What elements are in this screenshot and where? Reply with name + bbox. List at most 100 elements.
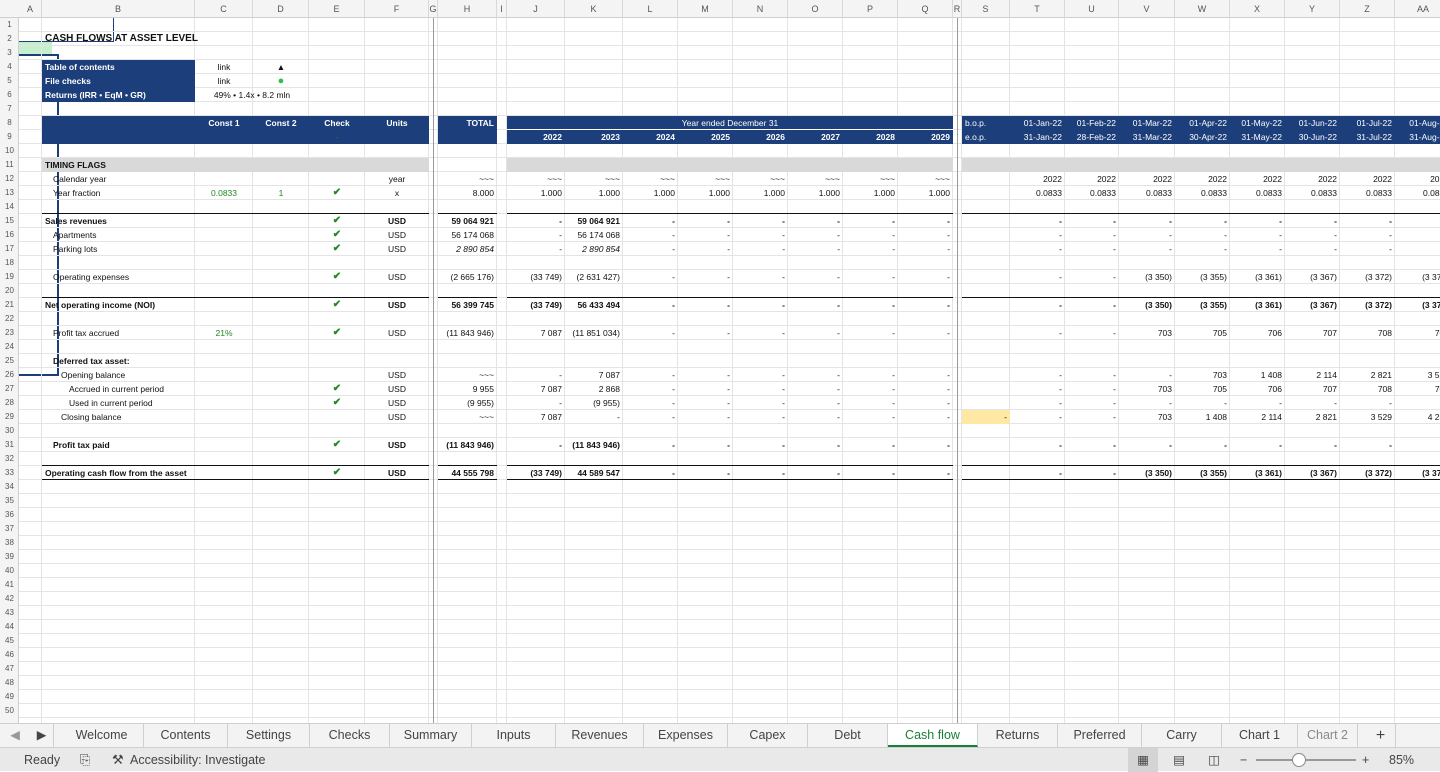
column-header-p[interactable]: P (843, 0, 898, 18)
month-value[interactable]: - (1065, 410, 1119, 424)
month-value[interactable]: - (1010, 326, 1065, 340)
up-arrow-icon[interactable]: ▲ (253, 60, 309, 74)
year-value[interactable]: - (843, 298, 898, 312)
const2-value[interactable] (253, 270, 309, 284)
row-header[interactable]: 7 (0, 102, 19, 116)
row-header[interactable]: 42 (0, 592, 19, 606)
row-header[interactable]: 38 (0, 536, 19, 550)
total-value[interactable]: 56 399 745 (438, 298, 497, 312)
month-value[interactable]: - (1010, 228, 1065, 242)
month-value[interactable]: - (1010, 298, 1065, 312)
month-value[interactable]: - (1065, 298, 1119, 312)
row-header[interactable]: 15 (0, 214, 19, 228)
row-header[interactable]: 17 (0, 242, 19, 256)
year-value[interactable]: - (843, 410, 898, 424)
tab-welcome[interactable]: Welcome (60, 724, 144, 747)
month-value[interactable]: - (1010, 410, 1065, 424)
header-check[interactable]: Check (309, 116, 365, 130)
row-header[interactable]: 2 (0, 32, 19, 46)
zoom-slider[interactable] (1256, 748, 1356, 772)
year-value[interactable]: 1.000 (507, 186, 565, 200)
row-label[interactable]: Year fraction (42, 186, 192, 200)
row-label[interactable]: Deferred tax asset: (42, 354, 192, 368)
status-dot-icon[interactable]: ● (253, 74, 309, 88)
tab-cash-flow[interactable]: Cash flow (888, 724, 978, 747)
month-value[interactable] (1340, 354, 1395, 368)
month-value[interactable]: 2022 (1119, 172, 1175, 186)
row-label[interactable]: Sales revenues (42, 214, 192, 228)
column-header-s[interactable]: S (962, 0, 1010, 18)
month-value[interactable]: - (1010, 466, 1065, 480)
add-sheet-button[interactable]: + (1366, 724, 1396, 747)
month-value[interactable]: (3 372) (1340, 270, 1395, 284)
const1-value[interactable] (195, 228, 253, 242)
year-value[interactable]: ~~~ (565, 172, 623, 186)
month-value[interactable]: - (1065, 396, 1119, 410)
column-headers[interactable]: A B C D E F G H I J K L M N O P Q R S T U V W X Y Z AA (0, 0, 1440, 18)
const1-value[interactable]: 0.0833 (195, 186, 253, 200)
year-value[interactable] (565, 354, 623, 368)
year-value[interactable]: - (898, 438, 953, 452)
column-header-b[interactable]: B (42, 0, 195, 18)
row-headers[interactable]: 1 2 3 4 5 6 7 8 9 10 11 12 13 14 15 16 17 18 19 20 21 22 23 24 2… (0, 18, 19, 723)
month-value[interactable]: - (1119, 368, 1175, 382)
zoom-out-button[interactable]: − (1240, 748, 1247, 772)
year-value[interactable]: - (678, 298, 733, 312)
year-value[interactable]: - (788, 466, 843, 480)
check-mark-icon[interactable]: ✔ (309, 242, 365, 256)
units-value[interactable]: USD (365, 396, 429, 410)
accessibility-icon[interactable]: ⚒ (112, 748, 124, 772)
check-cell[interactable] (309, 172, 365, 186)
year-value[interactable]: - (788, 368, 843, 382)
row-header[interactable]: 50 (0, 704, 19, 718)
month-value[interactable]: 0.0833 (1340, 186, 1395, 200)
month-value[interactable]: 0.0833 (1230, 186, 1285, 200)
column-header-w[interactable]: W (1175, 0, 1230, 18)
year-value[interactable] (678, 354, 733, 368)
toc-link[interactable]: link (195, 74, 253, 88)
month-value[interactable]: 2 821 (1285, 410, 1340, 424)
check-cell[interactable] (309, 410, 365, 424)
month-value[interactable]: 707 (1285, 326, 1340, 340)
spreadsheet-grid[interactable]: A B C D E F G H I J K L M N O P Q R S T U V W X Y Z AA 1 2 3 4 5 6 7 8 9 10… (0, 0, 1440, 723)
row-label[interactable]: Opening balance (42, 368, 192, 382)
year-value[interactable]: - (565, 410, 623, 424)
row-header[interactable]: 31 (0, 438, 19, 452)
year-value[interactable]: - (623, 396, 678, 410)
units-value[interactable]: USD (365, 368, 429, 382)
header-bop[interactable]: b.o.p. (962, 116, 1010, 130)
month-value[interactable]: - (1119, 396, 1175, 410)
year-value[interactable]: (11 851 034) (565, 326, 623, 340)
const1-value[interactable] (195, 298, 253, 312)
header-eop[interactable]: e.o.p. (962, 130, 1010, 144)
header-year[interactable]: 2028 (843, 130, 898, 144)
header-year[interactable]: 2029 (898, 130, 953, 144)
column-header-q[interactable]: Q (898, 0, 953, 18)
month-value[interactable]: (3 378) (1395, 298, 1440, 312)
const1-value[interactable] (195, 242, 253, 256)
tab-capex[interactable]: Capex (728, 724, 808, 747)
tab-preferred[interactable]: Preferred (1058, 724, 1142, 747)
year-value[interactable]: ~~~ (843, 172, 898, 186)
year-value[interactable]: - (678, 214, 733, 228)
total-value[interactable]: ~~~ (438, 410, 497, 424)
total-value[interactable]: ~~~ (438, 368, 497, 382)
month-value[interactable]: 703 (1119, 410, 1175, 424)
row-header[interactable]: 21 (0, 298, 19, 312)
row-header[interactable]: 10 (0, 144, 19, 158)
year-value[interactable]: - (678, 270, 733, 284)
toc-label[interactable]: File checks (42, 74, 195, 88)
year-value[interactable]: - (507, 368, 565, 382)
units-value[interactable]: USD (365, 298, 429, 312)
year-value[interactable]: - (843, 466, 898, 480)
header-month-start[interactable]: 01-Aug-22 (1395, 116, 1440, 130)
month-value[interactable]: - (1285, 438, 1340, 452)
month-value[interactable]: - (1395, 214, 1440, 228)
const1-value[interactable] (195, 382, 253, 396)
year-value[interactable]: 1.000 (843, 186, 898, 200)
row-header[interactable]: 28 (0, 396, 19, 410)
month-value[interactable]: 2022 (1010, 172, 1065, 186)
year-value[interactable]: - (843, 368, 898, 382)
year-value[interactable]: - (733, 438, 788, 452)
year-value[interactable] (898, 354, 953, 368)
